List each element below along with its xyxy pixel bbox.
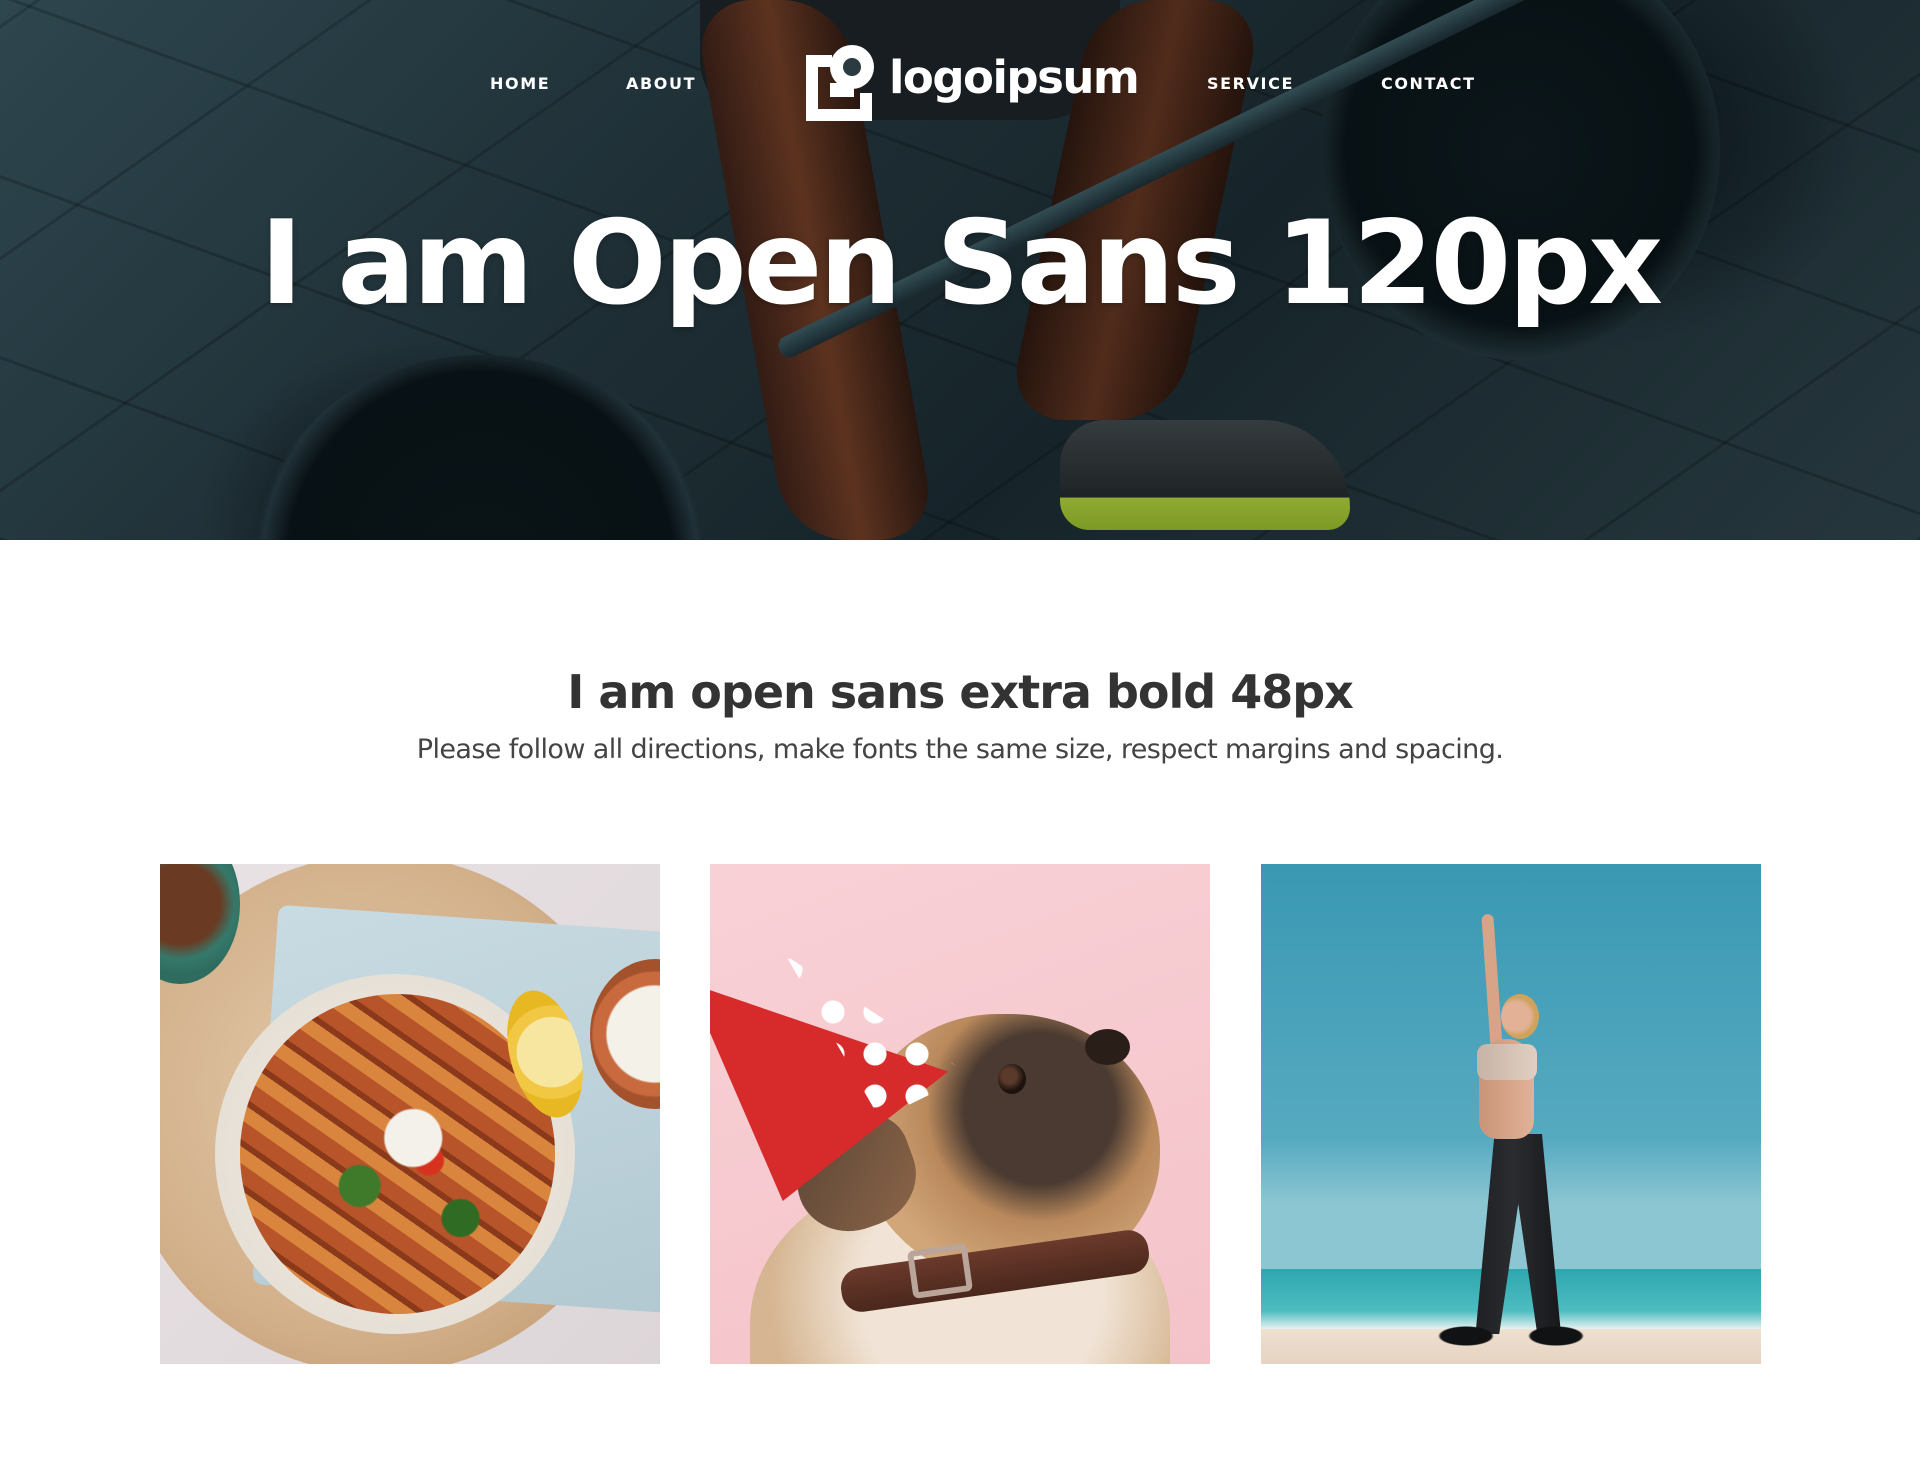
dog-nose bbox=[1085, 1029, 1130, 1065]
dog-eye bbox=[998, 1064, 1026, 1094]
hero-banner: HOME ABOUT logoipsum SERVICE CONTACT I a… bbox=[0, 0, 1920, 540]
nav-link-about[interactable]: ABOUT bbox=[626, 74, 696, 93]
dog-collar-buckle bbox=[906, 1243, 974, 1299]
woman-sports-top bbox=[1477, 1044, 1537, 1080]
nav-link-home[interactable]: HOME bbox=[490, 74, 550, 93]
logo-text: logoipsum bbox=[889, 51, 1140, 104]
woman-shoes bbox=[1436, 1324, 1586, 1346]
intro-section: I am open sans extra bold 48px Please fo… bbox=[0, 660, 1920, 768]
woman-raised-arm bbox=[1481, 913, 1503, 1050]
hero-title: I am Open Sans 120px bbox=[259, 196, 1663, 331]
nav-link-contact[interactable]: CONTACT bbox=[1381, 74, 1476, 93]
beach-sea bbox=[1261, 1269, 1761, 1329]
logo-mark-icon bbox=[806, 45, 874, 121]
section-heading: I am open sans extra bold 48px bbox=[567, 665, 1354, 719]
gallery-image-food[interactable] bbox=[160, 864, 660, 1364]
gallery-image-beach[interactable] bbox=[1261, 864, 1761, 1364]
site-logo[interactable]: logoipsum bbox=[802, 43, 1140, 121]
main-nav: HOME ABOUT logoipsum SERVICE CONTACT bbox=[0, 0, 1920, 170]
woman-head bbox=[1501, 994, 1539, 1039]
section-subtitle: Please follow all directions, make fonts… bbox=[416, 734, 1504, 765]
nav-link-service[interactable]: SERVICE bbox=[1207, 74, 1294, 93]
gallery-image-dog[interactable] bbox=[710, 864, 1210, 1364]
image-gallery bbox=[160, 864, 1761, 1364]
